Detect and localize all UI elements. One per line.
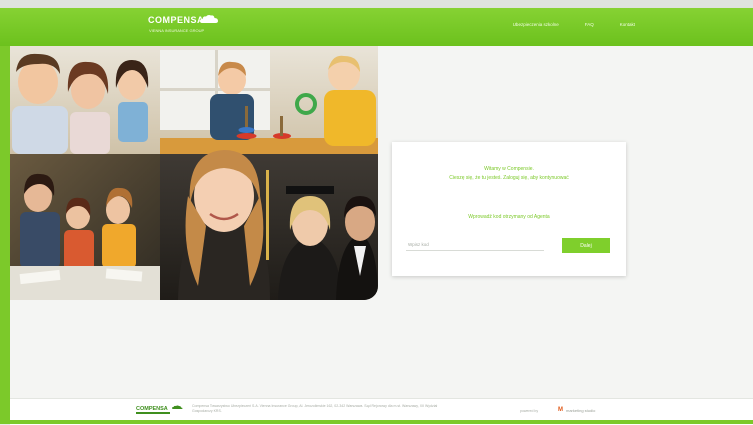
logo-wordmark: COMPENSA [148, 15, 205, 25]
main-navigation: Ubezpieczenia szkolne FAQ Kontakt [513, 22, 635, 27]
nav-link-faq[interactable]: FAQ [585, 22, 594, 27]
top-header-bar: COMPENSA VIENNA INSURANCE GROUP Ubezpiec… [0, 8, 753, 46]
footer-compensa-logo[interactable]: COMPENSA [135, 403, 183, 415]
collage-image [10, 46, 378, 300]
browser-viewport: COMPENSA VIENNA INSURANCE GROUP Ubezpiec… [0, 0, 753, 425]
partner-logo[interactable]: M marketing studio [558, 407, 595, 413]
hero-photo-collage [10, 46, 378, 300]
partner-mark-icon: M [558, 407, 563, 413]
submit-code-button[interactable]: Dalej [562, 238, 610, 253]
footer-legal-text: Compensa Towarzystwo Ubezpieczeń S.A. Vi… [192, 404, 438, 413]
logo-cloud-icon [200, 14, 218, 23]
logo-tagline: VIENNA INSURANCE GROUP [149, 28, 205, 33]
compensa-logo[interactable]: COMPENSA VIENNA INSURANCE GROUP [148, 14, 220, 39]
nav-link-school-insurance[interactable]: Ubezpieczenia szkolne [513, 22, 559, 27]
left-accent-strip [0, 46, 10, 424]
powered-by-label: powered by [520, 409, 539, 413]
footer-logo-text: COMPENSA [136, 406, 168, 412]
bottom-accent-strip [0, 420, 753, 424]
welcome-subheading: Cieszę się, że tu jesteś. Zaloguj się, a… [449, 175, 569, 181]
code-prompt: Wprowadź kod otrzymany od Agenta [468, 214, 550, 220]
welcome-heading: Witamy w Compensie. [484, 166, 534, 172]
partner-name: marketing studio [566, 407, 596, 413]
agent-code-input[interactable] [406, 238, 544, 251]
login-card: Witamy w Compensie. Cieszę się, że tu je… [392, 142, 626, 276]
nav-link-contact[interactable]: Kontakt [620, 22, 635, 27]
